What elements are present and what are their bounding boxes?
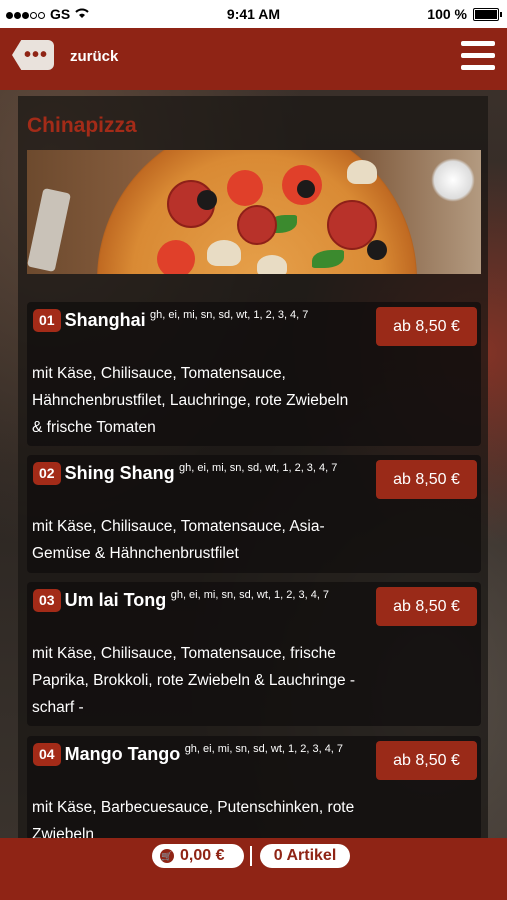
price-button[interactable]: ab 8,50 € bbox=[376, 460, 477, 499]
menu-item-header: 01 Shanghai gh, ei, mi, sn, sd, wt, 1, 2,… bbox=[33, 308, 363, 332]
back-dots-icon: ••• bbox=[23, 43, 48, 66]
knife-image bbox=[27, 187, 72, 273]
item-allergens: gh, ei, mi, sn, sd, wt, 1, 2, 3, 4, 7 bbox=[184, 743, 344, 755]
menu-item-card[interactable]: 03 Um lai Tong gh, ei, mi, sn, sd, wt, 1,… bbox=[27, 582, 481, 726]
item-description: mit Käse, Chilisauce, Tomatensauce, Asia… bbox=[32, 518, 325, 562]
item-description: mit Käse, Chilisauce, Tomatensauce, Hähn… bbox=[32, 365, 349, 436]
item-number-badge: 04 bbox=[33, 742, 61, 766]
menu-item-header: 03 Um lai Tong gh, ei, mi, sn, sd, wt, 1,… bbox=[33, 588, 363, 612]
menu-item-card[interactable]: 02 Shing Shang gh, ei, mi, sn, sd, wt, 1,… bbox=[27, 455, 481, 573]
battery-percent: 100 % bbox=[427, 6, 467, 22]
item-allergens: gh, ei, mi, sn, sd, wt, 1, 2, 3, 4, 7 bbox=[150, 309, 309, 321]
salt-image bbox=[431, 158, 475, 202]
pizza-image bbox=[97, 150, 417, 274]
app-header: ••• zurück bbox=[0, 28, 507, 90]
battery-status: 100 % bbox=[427, 6, 502, 22]
menu-item-header: 04 Mango Tango gh, ei, mi, sn, sd, wt, 1,… bbox=[33, 742, 363, 766]
item-name: Shing Shang bbox=[64, 463, 175, 483]
item-allergens: gh, ei, mi, sn, sd, wt, 1, 2, 3, 4, 7 bbox=[170, 589, 330, 601]
menu-item-card[interactable]: 01 Shanghai gh, ei, mi, sn, sd, wt, 1, 2,… bbox=[27, 302, 481, 446]
footer-divider bbox=[250, 846, 252, 866]
item-number-badge: 02 bbox=[33, 461, 61, 485]
cart-total: 0,00 € bbox=[180, 847, 225, 864]
price-button[interactable]: ab 8,50 € bbox=[376, 307, 477, 346]
item-name: Um lai Tong bbox=[64, 590, 167, 610]
item-number-badge: 01 bbox=[33, 308, 61, 332]
hamburger-menu-icon[interactable] bbox=[461, 41, 495, 71]
cart-total-button[interactable]: 🛒 0,00 € bbox=[152, 844, 244, 868]
item-allergens: gh, ei, mi, sn, sd, wt, 1, 2, 3, 4, 7 bbox=[179, 462, 338, 474]
item-number-badge: 03 bbox=[33, 588, 61, 612]
battery-icon bbox=[473, 7, 502, 21]
back-label[interactable]: zurück bbox=[70, 48, 118, 65]
cart-footer: 🛒 0,00 € 0 Artikel bbox=[0, 838, 507, 900]
item-name: Mango Tango bbox=[64, 744, 181, 764]
menu-item-card[interactable]: 04 Mango Tango gh, ei, mi, sn, sd, wt, 1,… bbox=[27, 736, 481, 840]
item-name: Shanghai bbox=[64, 310, 146, 330]
price-button[interactable]: ab 8,50 € bbox=[376, 741, 477, 780]
back-button[interactable]: ••• bbox=[12, 40, 54, 70]
shopping-cart-icon: 🛒 bbox=[160, 849, 174, 863]
price-button[interactable]: ab 8,50 € bbox=[376, 587, 477, 626]
status-bar: GS 9:41 AM 100 % bbox=[0, 0, 507, 28]
item-count-button[interactable]: 0 Artikel bbox=[260, 844, 350, 868]
item-description: mit Käse, Barbecuesauce, Putenschinken, … bbox=[32, 799, 355, 840]
category-banner-image bbox=[27, 150, 481, 274]
section-title: Chinapizza bbox=[27, 114, 137, 137]
menu-item-header: 02 Shing Shang gh, ei, mi, sn, sd, wt, 1,… bbox=[33, 461, 363, 485]
item-description: mit Käse, Chilisauce, Tomatensauce, fris… bbox=[32, 645, 356, 716]
